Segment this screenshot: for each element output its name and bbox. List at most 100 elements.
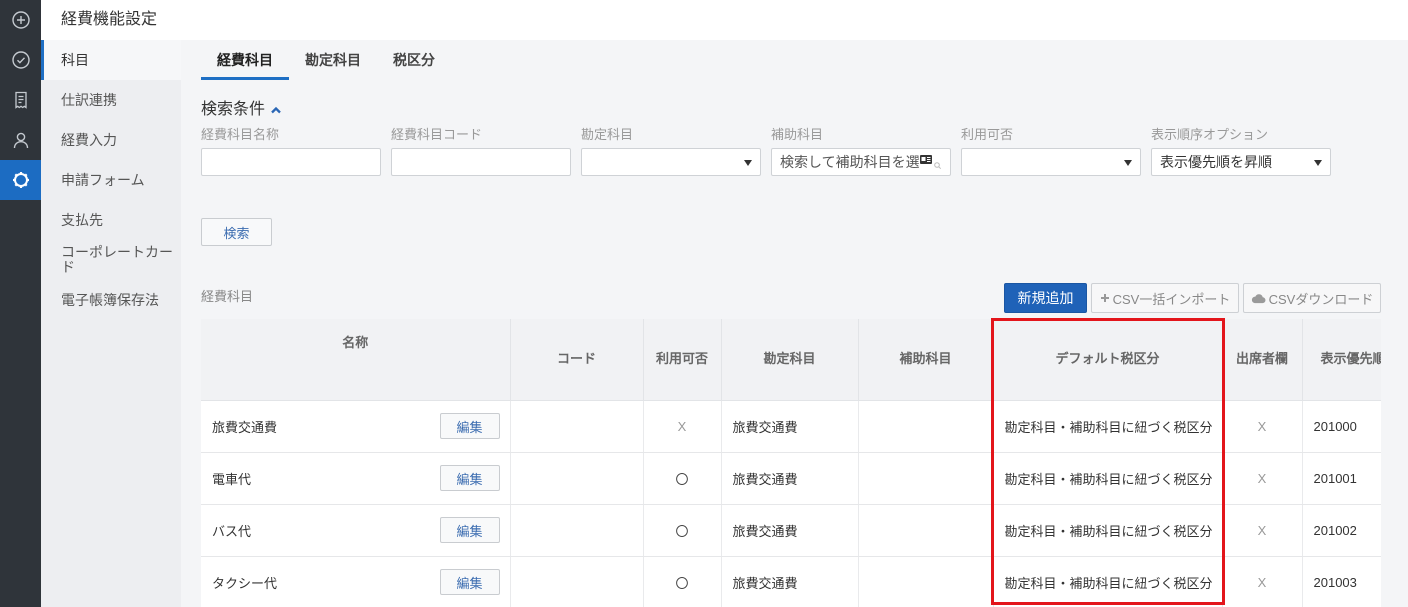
list-section-label: 経費科目 (201, 289, 254, 304)
tab-expense-accounts[interactable]: 経費科目 (201, 40, 289, 80)
tab-bar: 経費科目 勘定科目 税区分 (201, 40, 451, 80)
sidebar-item-payees[interactable]: 支払先 (41, 200, 181, 240)
csv-import-button[interactable]: CSV一括インポート (1091, 283, 1239, 313)
display-order-cell: 201000 (1302, 400, 1381, 453)
icon-rail (0, 0, 41, 607)
rail-item-approvals[interactable] (0, 40, 41, 80)
ledger-account-cell: 旅費交通費 (721, 452, 859, 505)
table-row: バス代 編集 〇 旅費交通費 勘定科目・補助科目に紐づく税区分 X 201002 (201, 504, 1381, 557)
attendees-cell: X (1222, 400, 1303, 453)
tab-tax-categories[interactable]: 税区分 (377, 40, 451, 80)
default-tax-cell: 勘定科目・補助科目に紐づく税区分 (993, 452, 1223, 505)
sidebar-item-journal-integration[interactable]: 仕訳連携 (41, 80, 181, 120)
ledger-account-select[interactable] (582, 149, 760, 175)
sidebar-item-accounts[interactable]: 科目 (41, 40, 181, 80)
expense-name-field[interactable] (202, 149, 380, 175)
sub-account-filter: 補助科目 (771, 127, 951, 176)
csv-download-button[interactable]: CSVダウンロード (1243, 283, 1381, 313)
column-header-ledger-account[interactable]: 勘定科目 (721, 319, 859, 401)
column-header-sub-account[interactable]: 補助科目 (858, 319, 994, 401)
user-icon (13, 132, 28, 149)
code-cell (510, 400, 644, 453)
display-order-cell: 201003 (1302, 556, 1381, 607)
rail-item-add[interactable] (0, 0, 41, 40)
csv-import-label: CSV一括インポート (1112, 291, 1231, 307)
expense-code-filter: 経費科目コード (391, 127, 571, 176)
sidebar-item-e-book-storage[interactable]: 電子帳簿保存法 (41, 280, 181, 320)
sub-account-cell (858, 556, 994, 607)
default-tax-cell: 勘定科目・補助科目に紐づく税区分 (993, 504, 1223, 557)
availability-cell: 〇 (643, 504, 722, 557)
sub-account-cell (858, 400, 994, 453)
search-conditions-title: 検索条件 (201, 101, 266, 118)
table-row: 電車代 編集 〇 旅費交通費 勘定科目・補助科目に紐づく税区分 X 201001 (201, 452, 1381, 505)
main-content: 経費科目 勘定科目 税区分 検索条件 経費科目名称 経費科目コード 勘定科目 補… (181, 40, 1408, 607)
edit-button[interactable]: 編集 (439, 517, 500, 543)
edit-button[interactable]: 編集 (439, 413, 500, 439)
name-cell: タクシー代 編集 (201, 556, 511, 607)
column-header-name[interactable]: 名称 (201, 319, 511, 401)
item-name: バス代 (212, 523, 252, 539)
default-tax-cell: 勘定科目・補助科目に紐づく税区分 (993, 400, 1223, 453)
table-header-row: 名称 コード 利用可否 勘定科目 補助科目 デフォルト税区分 出席者欄 表示優先… (201, 319, 1381, 401)
table-row: 旅費交通費 編集 X 旅費交通費 勘定科目・補助科目に紐づく税区分 X 20100… (201, 400, 1381, 453)
default-tax-cell: 勘定科目・補助科目に紐づく税区分 (993, 556, 1223, 607)
sort-order-select[interactable]: 表示優先順を昇順 (1152, 149, 1330, 175)
sub-account-search-input[interactable] (772, 149, 950, 175)
availability-select[interactable] (962, 149, 1140, 175)
rail-item-settings[interactable] (0, 160, 41, 200)
ledger-account-cell: 旅費交通費 (721, 504, 859, 557)
expense-account-table: 名称 コード 利用可否 勘定科目 補助科目 デフォルト税区分 出席者欄 表示優先… (201, 319, 1381, 607)
ledger-account-cell: 旅費交通費 (721, 556, 859, 607)
edit-button[interactable]: 編集 (439, 569, 500, 595)
sidebar-item-request-forms[interactable]: 申請フォーム (41, 160, 181, 200)
field-label: 表示順序オプション (1151, 127, 1269, 142)
attendees-cell: X (1222, 452, 1303, 505)
code-cell (510, 452, 644, 505)
column-header-availability[interactable]: 利用可否 (643, 319, 722, 401)
item-name: タクシー代 (212, 575, 278, 591)
field-label: 勘定科目 (581, 127, 634, 142)
item-name: 電車代 (212, 471, 252, 487)
availability-cell: 〇 (643, 452, 722, 505)
edit-button[interactable]: 編集 (439, 465, 500, 491)
gear-icon (12, 172, 29, 188)
sidebar-item-expense-input[interactable]: 経費入力 (41, 120, 181, 160)
field-label: 経費科目コード (391, 127, 483, 142)
expense-code-field-box (391, 148, 571, 176)
sub-account-cell (858, 452, 994, 505)
field-label: 利用可否 (961, 127, 1014, 142)
page-title: 経費機能設定 (61, 11, 158, 28)
sidebar-item-corporate-card[interactable]: コーポレートカード (41, 240, 181, 280)
display-order-cell: 201001 (1302, 452, 1381, 505)
column-header-code[interactable]: コード (510, 319, 644, 401)
receipt-icon (14, 91, 27, 109)
search-button[interactable]: 検索 (201, 218, 272, 246)
search-conditions-toggle[interactable]: 検索条件 (201, 100, 282, 120)
column-header-default-tax[interactable]: デフォルト税区分 (993, 319, 1223, 401)
rail-item-receipts[interactable] (0, 80, 41, 120)
rail-item-users[interactable] (0, 120, 41, 160)
name-cell: 電車代 編集 (201, 452, 511, 505)
plus-icon (1100, 294, 1109, 302)
name-cell: バス代 編集 (201, 504, 511, 557)
chevron-up-icon (271, 106, 281, 114)
field-label: 補助科目 (771, 127, 824, 142)
ledger-account-cell: 旅費交通費 (721, 400, 859, 453)
availability-cell: X (643, 400, 722, 453)
expense-code-field[interactable] (392, 149, 570, 175)
tab-ledger-accounts[interactable]: 勘定科目 (289, 40, 377, 80)
expense-name-filter: 経費科目名称 (201, 127, 381, 176)
column-header-attendees[interactable]: 出席者欄 (1222, 319, 1303, 401)
check-circle-icon (11, 51, 30, 69)
field-label: 経費科目名称 (201, 127, 280, 142)
cloud-icon (1251, 293, 1266, 303)
availability-select-box (961, 148, 1141, 176)
availability-filter: 利用可否 (961, 127, 1141, 176)
availability-cell: 〇 (643, 556, 722, 607)
column-header-display-order[interactable]: 表示優先順 (1302, 319, 1381, 401)
add-new-button[interactable]: 新規追加 (1004, 283, 1087, 313)
sort-order-filter: 表示順序オプション 表示優先順を昇順 (1151, 127, 1331, 176)
csv-download-label: CSVダウンロード (1268, 291, 1374, 307)
sub-account-cell (858, 504, 994, 557)
